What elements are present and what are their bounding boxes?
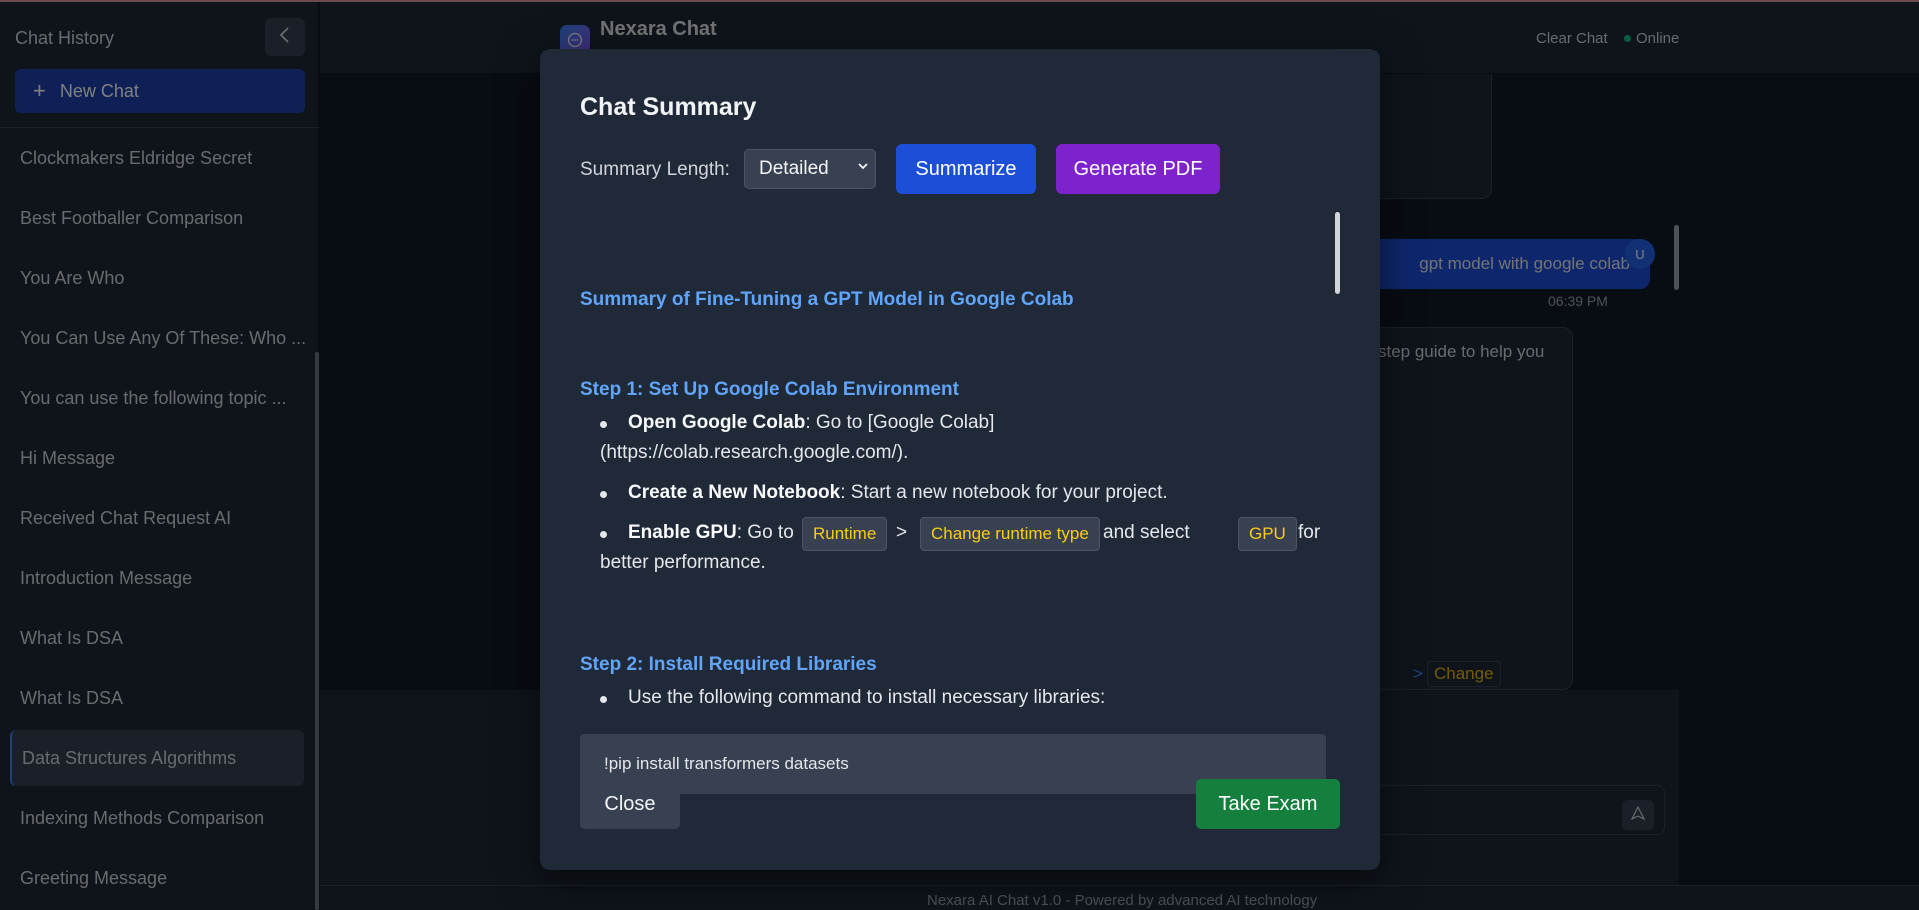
bold-term: Enable GPU [628, 522, 737, 543]
chat-summary-modal: Chat Summary Summary Length: Detailed Su… [540, 49, 1380, 870]
summary-content: Summary of Fine-Tuning a GPT Model in Go… [580, 219, 1340, 794]
bullet-icon [600, 421, 607, 428]
bullet-text: : Go to [736, 522, 794, 543]
window-top-border [0, 0, 1919, 2]
bold-term: Create a New Notebook [628, 482, 841, 503]
inline-code-chip: Runtime [802, 517, 888, 551]
step-heading: Step 1: Set Up Google Colab Environment [580, 379, 959, 400]
inline-separator: > [896, 522, 908, 543]
bullet-icon [600, 696, 607, 703]
generate-pdf-button[interactable]: Generate PDF [1056, 144, 1220, 194]
inline-code-chip: Change runtime type [920, 517, 1100, 551]
summary-bullet-text: Enable GPU: Go to [628, 522, 794, 544]
summary-bullet-text: Use the following command to install nec… [628, 687, 1106, 708]
summary-bullet-continuation: better performance. [600, 552, 766, 573]
bold-term: Open Google Colab [628, 412, 806, 433]
step-heading: Step 2: Install Required Libraries [580, 654, 877, 675]
bullet-icon [600, 491, 607, 498]
summary-bullet-text: Open Google Colab: Go to [Google Colab] [628, 412, 994, 434]
bullet-icon [600, 531, 607, 538]
summary-bullet-continuation: (https://colab.research.google.com/). [600, 442, 909, 463]
bullet-text: for [1298, 522, 1321, 543]
summarize-button[interactable]: Summarize [896, 144, 1036, 194]
close-button[interactable]: Close [580, 779, 680, 829]
bullet-text: : Start a new notebook for your project. [840, 482, 1168, 503]
summary-heading: Summary of Fine-Tuning a GPT Model in Go… [580, 289, 1074, 310]
bullet-text: : Go to [Google Colab] [805, 412, 995, 433]
summary-length-label: Summary Length: [580, 159, 730, 180]
take-exam-button[interactable]: Take Exam [1196, 779, 1340, 829]
summary-length-value: Detailed [759, 158, 829, 179]
summary-scrollbar[interactable] [1335, 212, 1340, 294]
bullet-text: and select [1103, 522, 1190, 543]
chevron-down-icon [857, 159, 869, 175]
summary-length-select[interactable]: Detailed [744, 149, 876, 189]
summary-bullet-text: Create a New Notebook: Start a new noteb… [628, 482, 1168, 504]
modal-title: Chat Summary [580, 93, 757, 121]
inline-code-chip: GPU [1238, 517, 1297, 551]
